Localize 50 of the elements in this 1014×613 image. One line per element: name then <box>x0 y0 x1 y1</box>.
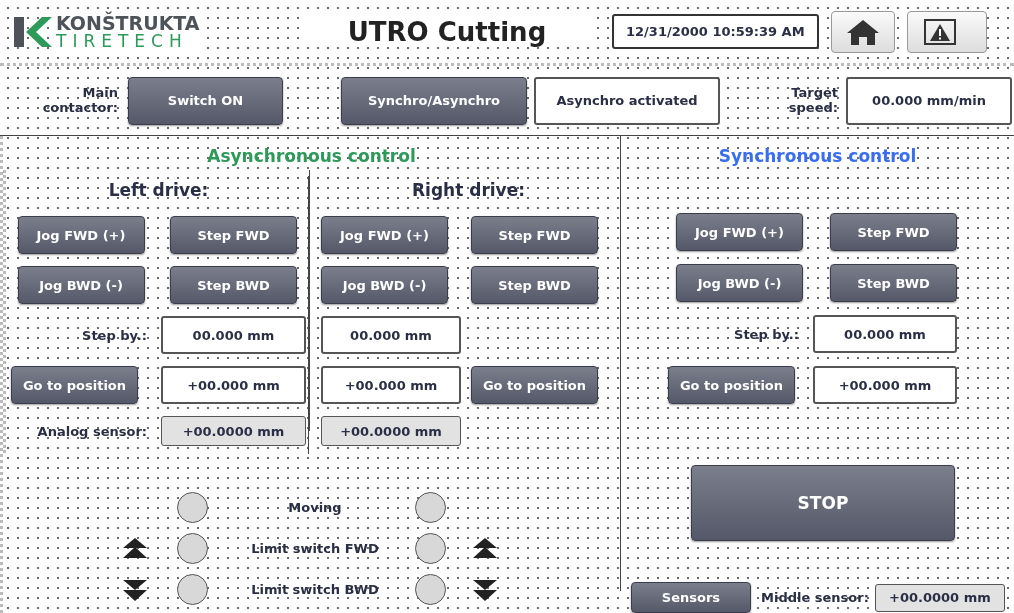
step-forward-button[interactable]: Step FWD <box>170 216 297 254</box>
step-by-label: Step by.: <box>82 327 147 343</box>
position-field[interactable]: +00.000 mm <box>161 366 306 404</box>
jog-backward-button[interactable]: Jog BWD (-) <box>321 266 448 304</box>
home-button[interactable] <box>830 10 895 53</box>
warning-window-icon <box>921 16 958 47</box>
indicator-label: Moving <box>287 500 343 515</box>
section-title: Asynchronous control <box>206 146 417 168</box>
sensors-button[interactable]: Sensors <box>631 582 751 613</box>
step-by-field[interactable]: 00.000 mm <box>321 316 461 354</box>
step-forward-button[interactable]: Step FWD <box>471 216 598 254</box>
drive-heading: Right drive: <box>412 179 525 200</box>
analog-sensor-readout[interactable]: +00.0000 mm <box>161 416 306 446</box>
synchro-asynchro-button[interactable]: Synchro/Asynchro <box>341 76 527 125</box>
step-backward-button[interactable]: Step BWD <box>170 266 297 304</box>
go-to-position-button[interactable]: Go to position <box>471 366 598 404</box>
date-time-display: 12/31/2000 10:59:39 AM <box>612 14 819 49</box>
logo-chevron-icon <box>12 14 52 49</box>
drive-heading: Left drive: <box>108 179 209 200</box>
middle-sensor-label: Middle sensor: <box>761 590 869 605</box>
logo-name: KONŠTRUKTA <box>56 13 200 33</box>
go-to-position-button[interactable]: Go to position <box>668 366 795 404</box>
switch-on-button[interactable]: Switch ON <box>128 76 283 125</box>
step-backward-button[interactable]: Step BWD <box>830 264 957 302</box>
middle-sensor-readout: +00.0000 mm <box>874 583 1005 612</box>
analog-sensor-readout[interactable]: +00.0000 mm <box>321 416 461 446</box>
jog-forward-button[interactable]: Jog FWD (+) <box>321 216 448 254</box>
stop-button[interactable]: STOP <box>691 465 955 541</box>
step-forward-button[interactable]: Step FWD <box>830 213 957 251</box>
alarm-button[interactable] <box>906 10 987 53</box>
position-field[interactable]: +00.000 mm <box>321 366 461 404</box>
analog-sensor-label: Analog sensor: <box>37 423 147 439</box>
position-field[interactable]: +00.000 mm <box>813 366 957 404</box>
go-to-position-button[interactable]: Go to position <box>11 366 138 404</box>
logo-subtitle: TIRETECH <box>56 32 189 50</box>
indicator-label: Limit switch BWD <box>250 582 380 597</box>
mode-status-display: Asynchro activated <box>534 76 720 125</box>
section-title: Synchronous control <box>717 146 918 168</box>
indicator-label: Limit switch FWD <box>250 541 380 556</box>
step-by-field[interactable]: 00.000 mm <box>813 315 957 353</box>
jog-forward-button[interactable]: Jog FWD (+) <box>676 213 803 251</box>
target-speed-label: Target speed: <box>787 85 838 116</box>
jog-forward-button[interactable]: Jog FWD (+) <box>17 216 145 254</box>
jog-backward-button[interactable]: Jog BWD (-) <box>676 264 803 302</box>
main-contactor-label: Main contactor: <box>41 85 118 116</box>
jog-backward-button[interactable]: Jog BWD (-) <box>17 266 145 304</box>
target-speed-field[interactable]: 00.000 mm/min <box>846 76 1012 125</box>
step-backward-button[interactable]: Step BWD <box>471 266 598 304</box>
step-by-field[interactable]: 00.000 mm <box>161 316 306 354</box>
step-by-label: Step by.: <box>734 326 799 342</box>
